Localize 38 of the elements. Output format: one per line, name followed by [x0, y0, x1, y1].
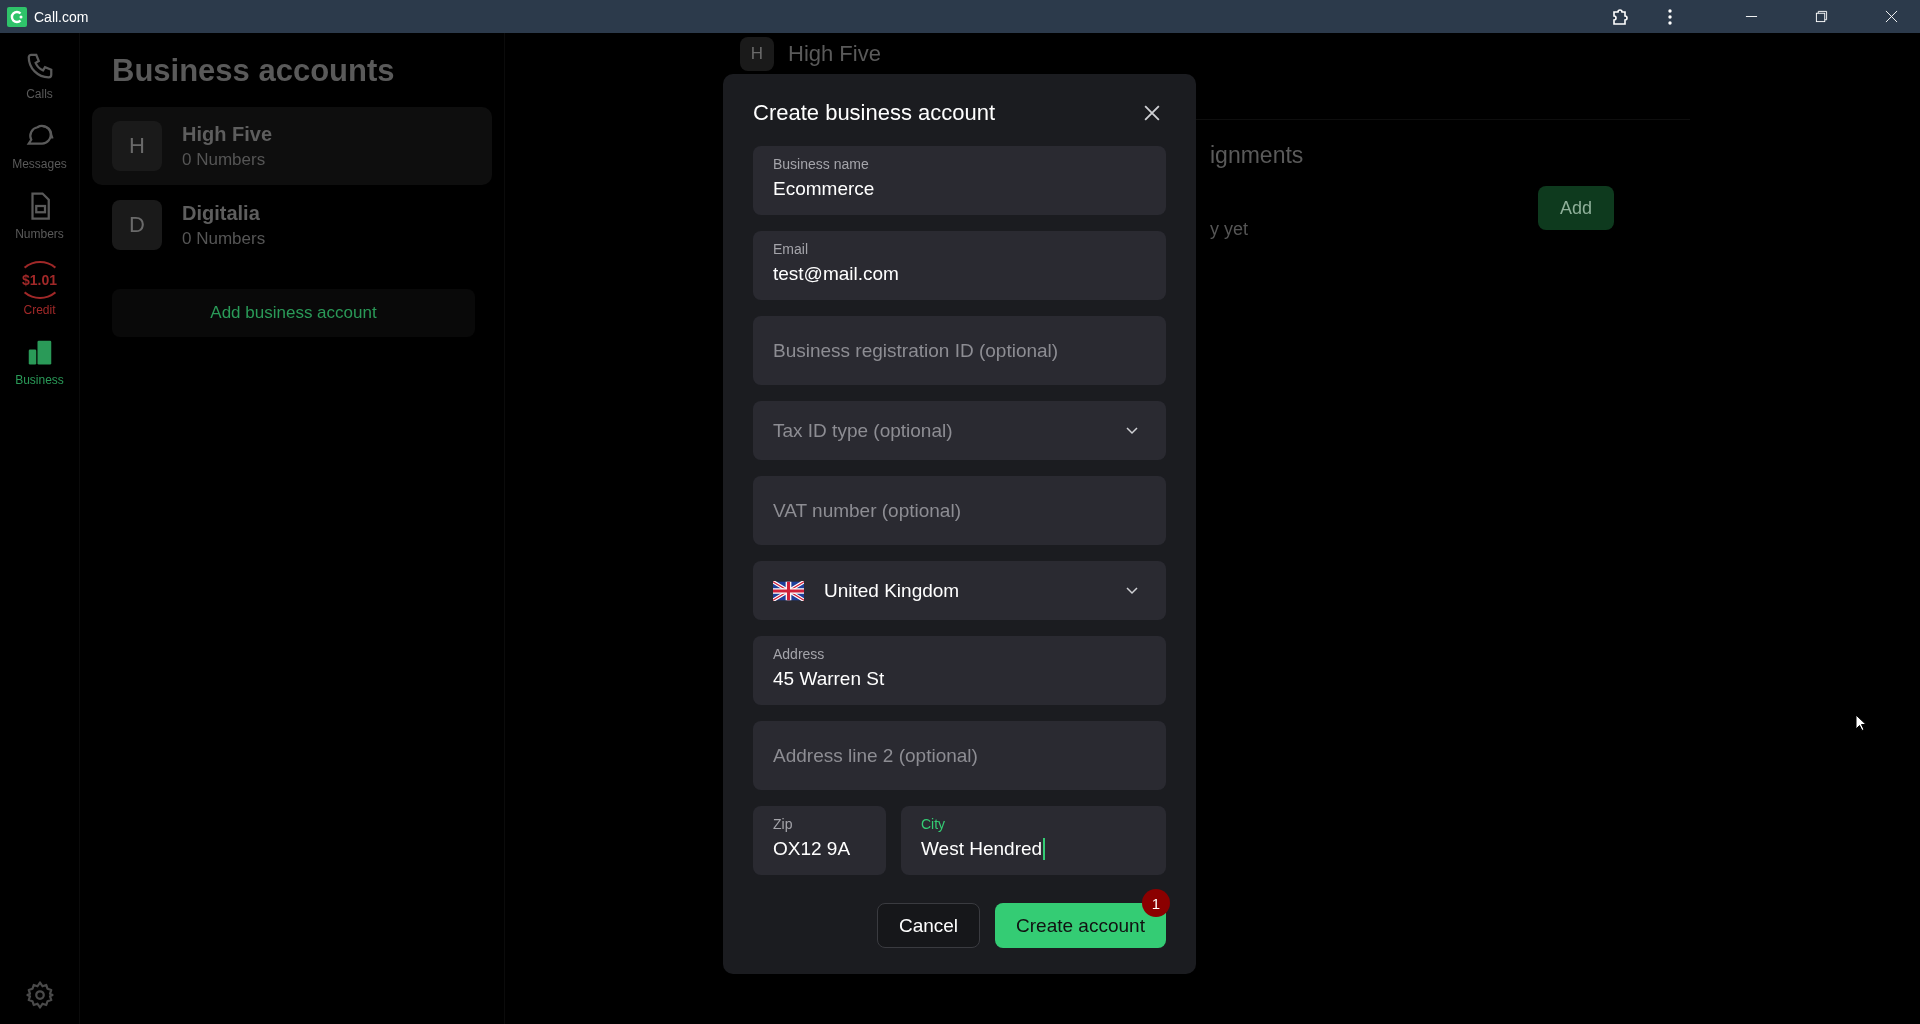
add-button[interactable]: Add — [1538, 186, 1614, 230]
input-field[interactable]: Address line 2 (optional) — [753, 721, 1166, 790]
page-title: Business accounts — [112, 53, 396, 89]
input-field[interactable]: Email test@mail.com — [753, 231, 1166, 300]
mouse-cursor-icon — [1855, 714, 1867, 732]
select-field[interactable]: Tax ID type (optional) — [753, 401, 1166, 460]
nav-item[interactable]: Messages — [4, 121, 75, 171]
input-field[interactable]: Business name Ecommerce — [753, 146, 1166, 215]
input-field[interactable]: Zip OX12 9A — [753, 806, 886, 875]
input-field[interactable]: Address 45 Warren St — [753, 636, 1166, 705]
credit-amount: $1.01 — [17, 261, 62, 299]
section-title: ignments — [1210, 142, 1304, 169]
chevron-down-icon — [1126, 586, 1138, 595]
restore-icon[interactable] — [1815, 10, 1828, 23]
close-icon[interactable] — [1144, 105, 1160, 121]
account-avatar: H — [740, 37, 774, 71]
notification-badge: 1 — [1142, 889, 1170, 917]
nav-item[interactable]: Numbers — [4, 191, 75, 241]
account-item[interactable]: D Digitalia 0 Numbers — [92, 186, 492, 264]
account-item[interactable]: H High Five 0 Numbers — [92, 107, 492, 185]
add-account-button[interactable]: Add business account — [112, 289, 475, 337]
nav-item[interactable]: Calls — [4, 51, 75, 101]
nav-item[interactable]: Business — [4, 337, 75, 387]
app-logo-icon — [7, 6, 27, 27]
account-avatar: H — [112, 121, 162, 171]
window-title: Call.com — [34, 8, 89, 25]
cancel-button[interactable]: Cancel — [877, 903, 980, 948]
empty-message: y yet — [1210, 219, 1249, 240]
account-name: High Five — [788, 41, 881, 67]
input-field[interactable]: VAT number (optional) — [753, 476, 1166, 545]
input-field[interactable]: City West Hendred — [901, 806, 1166, 875]
account-avatar: D — [112, 200, 162, 250]
input-field[interactable]: Business registration ID (optional) — [753, 316, 1166, 385]
uk-flag-icon — [773, 580, 804, 601]
chevron-down-icon — [1126, 426, 1138, 435]
country-select[interactable]: United Kingdom — [753, 561, 1166, 620]
extensions-icon[interactable] — [1610, 6, 1630, 27]
dialog-title: Create business account — [753, 100, 996, 126]
